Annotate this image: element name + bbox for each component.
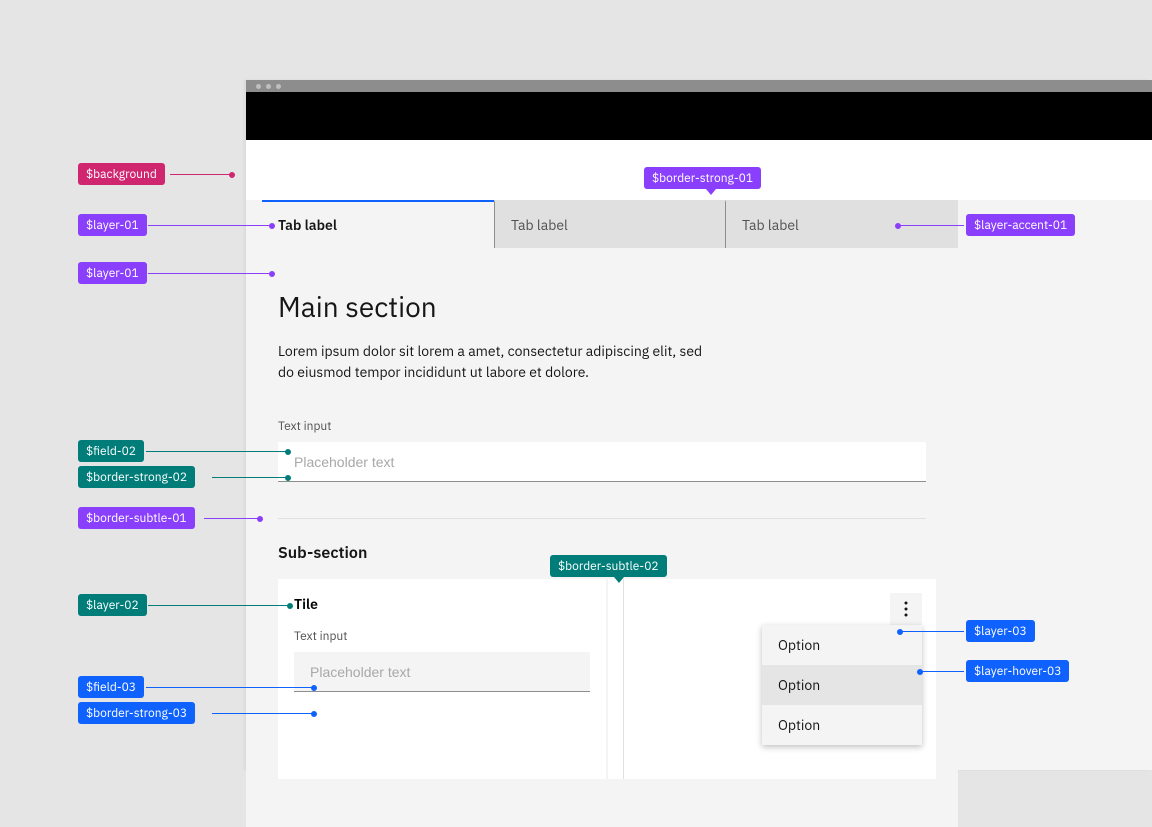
leader-line — [212, 713, 314, 714]
token-layer-hover-03: $layer-hover-03 — [966, 660, 1069, 682]
caret-down-icon — [614, 577, 624, 583]
leader-line — [900, 631, 964, 632]
token-layer-02: $layer-02 — [78, 594, 147, 616]
leader-line — [898, 225, 964, 226]
tab-panel: Main section Lorem ipsum dolor sit lorem… — [246, 248, 958, 827]
token-field-03: $field-03 — [78, 676, 144, 698]
tile-divider — [623, 579, 624, 779]
leader-line — [148, 225, 272, 226]
token-background: $background — [78, 163, 165, 185]
window-dot-icon — [276, 84, 281, 89]
leader-line — [212, 477, 288, 478]
leader-line — [146, 451, 288, 452]
tile-right: Option Option Option — [608, 579, 936, 779]
main-body: Lorem ipsum dolor sit lorem a amet, cons… — [278, 341, 718, 383]
section-divider — [278, 518, 926, 519]
leader-line — [148, 605, 290, 606]
app-header — [246, 92, 1152, 140]
tab-3[interactable]: Tab label — [726, 200, 958, 248]
token-layer-01: $layer-01 — [78, 214, 147, 236]
window-dot-icon — [256, 84, 261, 89]
tab-2[interactable]: Tab label — [494, 200, 726, 248]
text-input[interactable] — [278, 442, 926, 482]
token-border-strong-01: $border-strong-01 — [644, 167, 761, 189]
tab-label: Tab label — [742, 216, 799, 234]
menu-item[interactable]: Option — [762, 705, 922, 745]
tab-label: Tab label — [278, 216, 337, 234]
tab-1[interactable]: Tab label — [262, 200, 494, 248]
kebab-icon — [904, 601, 908, 617]
tiles-row: Tile Text input Option Option Option — [278, 579, 926, 779]
tile-left: Tile Text input — [278, 579, 606, 779]
token-border-strong-02: $border-strong-02 — [78, 466, 195, 488]
input-label: Text input — [278, 419, 926, 434]
token-layer-accent-01: $layer-accent-01 — [966, 214, 1075, 236]
overflow-menu-button[interactable] — [890, 593, 922, 625]
leader-line — [170, 174, 232, 175]
token-border-strong-03: $border-strong-03 — [78, 702, 195, 724]
token-border-subtle-02: $border-subtle-02 — [550, 555, 667, 577]
leader-line — [920, 671, 964, 672]
tile-heading: Tile — [294, 595, 590, 613]
menu-item[interactable]: Option — [762, 665, 922, 705]
window-dot-icon — [266, 84, 271, 89]
leader-line — [146, 687, 314, 688]
token-layer-03: $layer-03 — [966, 620, 1035, 642]
main-heading: Main section — [278, 288, 926, 325]
leader-line — [204, 518, 260, 519]
tab-list: Tab label Tab label Tab label — [262, 200, 958, 248]
tile-text-input[interactable] — [294, 652, 590, 692]
tab-label: Tab label — [511, 216, 568, 234]
window-chrome — [246, 80, 1152, 92]
token-field-02: $field-02 — [78, 440, 144, 462]
token-layer-01: $layer-01 — [78, 262, 147, 284]
token-border-subtle-01: $border-subtle-01 — [78, 507, 195, 529]
text-input-field: Text input — [278, 419, 926, 482]
tile-input-label: Text input — [294, 629, 590, 644]
overflow-menu: Option Option Option — [762, 625, 922, 745]
caret-down-icon — [706, 189, 716, 195]
leader-line — [148, 273, 272, 274]
